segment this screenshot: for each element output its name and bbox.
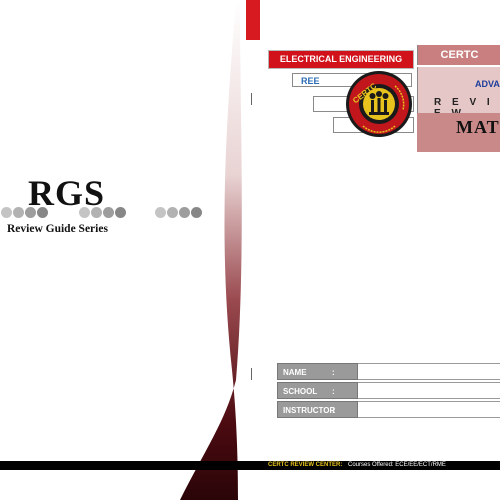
- dot-group: [1, 207, 48, 218]
- dot: [25, 207, 36, 218]
- instructor-field[interactable]: [358, 401, 500, 418]
- binding-tick: [251, 368, 252, 380]
- name-label-sep: :: [332, 368, 335, 377]
- form-row-instructor: INSTRUCTOR :: [277, 401, 500, 418]
- dot-group: [79, 207, 126, 218]
- binding-tick: [251, 93, 252, 105]
- form-row-name: NAME :: [277, 363, 500, 380]
- course-title: ADVA: [475, 79, 500, 89]
- dot: [37, 207, 48, 218]
- certc-logo: CERTC: [346, 71, 412, 137]
- dot-group: [155, 207, 202, 218]
- dot: [179, 207, 190, 218]
- name-label: NAME :: [277, 363, 358, 380]
- top-red-strip: [246, 0, 260, 40]
- dot: [79, 207, 90, 218]
- dot: [1, 207, 12, 218]
- dot: [13, 207, 24, 218]
- school-label-sep: :: [332, 387, 335, 396]
- name-label-text: NAME: [283, 368, 307, 377]
- brand-bar: CERTC: [417, 45, 500, 65]
- subject-title: MAT: [456, 117, 500, 137]
- instructor-label-text: INSTRUCTOR: [283, 406, 336, 415]
- form-row-school: SCHOOL :: [277, 382, 500, 399]
- student-info-form: NAME : SCHOOL : INSTRUCTOR :: [277, 363, 500, 420]
- school-field[interactable]: [358, 382, 500, 399]
- department-banner: ELECTRICAL ENGINEERING: [268, 50, 414, 69]
- instructor-label: INSTRUCTOR :: [277, 401, 358, 418]
- dot: [103, 207, 114, 218]
- dot: [167, 207, 178, 218]
- dot: [91, 207, 102, 218]
- footer-center-name: CERTC REVIEW CENTER:: [268, 462, 343, 468]
- footer-courses: Courses Offered: ECE/EE/ECT/RME: [348, 462, 446, 468]
- name-field[interactable]: [358, 363, 500, 380]
- series-subtitle: Review Guide Series: [7, 223, 108, 235]
- dot: [191, 207, 202, 218]
- footer-text: CERTC REVIEW CENTER: Courses Offered: EC…: [268, 461, 446, 470]
- dot: [155, 207, 166, 218]
- instructor-label-sep: :: [332, 406, 335, 415]
- dot: [115, 207, 126, 218]
- school-label: SCHOOL :: [277, 382, 358, 399]
- school-label-text: SCHOOL: [283, 387, 318, 396]
